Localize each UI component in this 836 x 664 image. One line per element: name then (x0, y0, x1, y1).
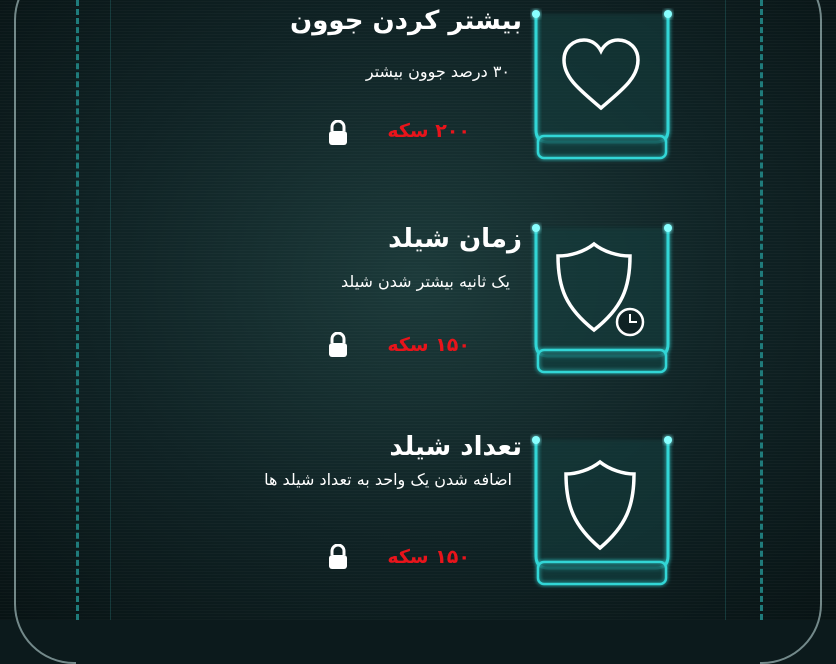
heart-icon (562, 38, 640, 111)
upgrade-icon-frame[interactable] (520, 424, 684, 594)
shield-timer-icon (556, 241, 645, 337)
upgrade-title: تعداد شیلد (389, 432, 522, 462)
upgrade-title: زمان شیلد (388, 224, 522, 254)
upgrade-price: ۱۵۰ سکه (387, 334, 470, 356)
lock-icon (329, 544, 347, 569)
upgrade-icon-frame[interactable] (520, 212, 684, 382)
upgrade-price: ۲۰۰ سکه (387, 120, 470, 142)
upgrade-icon-frame[interactable] (520, 0, 684, 168)
upgrade-description: اضافه شدن یک واحد به تعداد شیلد ها (264, 470, 512, 489)
upgrade-description: ۳۰ درصد جوون بیشتر (365, 62, 510, 81)
upgrade-title: بیشتر کردن جوون (290, 6, 522, 36)
upgrade-item-shield-count[interactable]: تعداد شیلد اضافه شدن یک واحد به تعداد شی… (0, 420, 836, 620)
upgrade-description: یک ثانیه بیشتر شدن شیلد (341, 272, 510, 291)
lock-icon (329, 120, 347, 145)
upgrade-price: ۱۵۰ سکه (387, 546, 470, 568)
upgrade-item-shield-time[interactable]: زمان شیلد یک ثانیه بیشتر شدن شیلد ۱۵۰ سک… (0, 208, 836, 408)
shield-icon (564, 459, 636, 551)
upgrade-item-health[interactable]: بیشتر کردن جوون ۳۰ درصد جوون بیشتر ۲۰۰ س… (0, 0, 836, 200)
lock-icon (329, 332, 347, 357)
